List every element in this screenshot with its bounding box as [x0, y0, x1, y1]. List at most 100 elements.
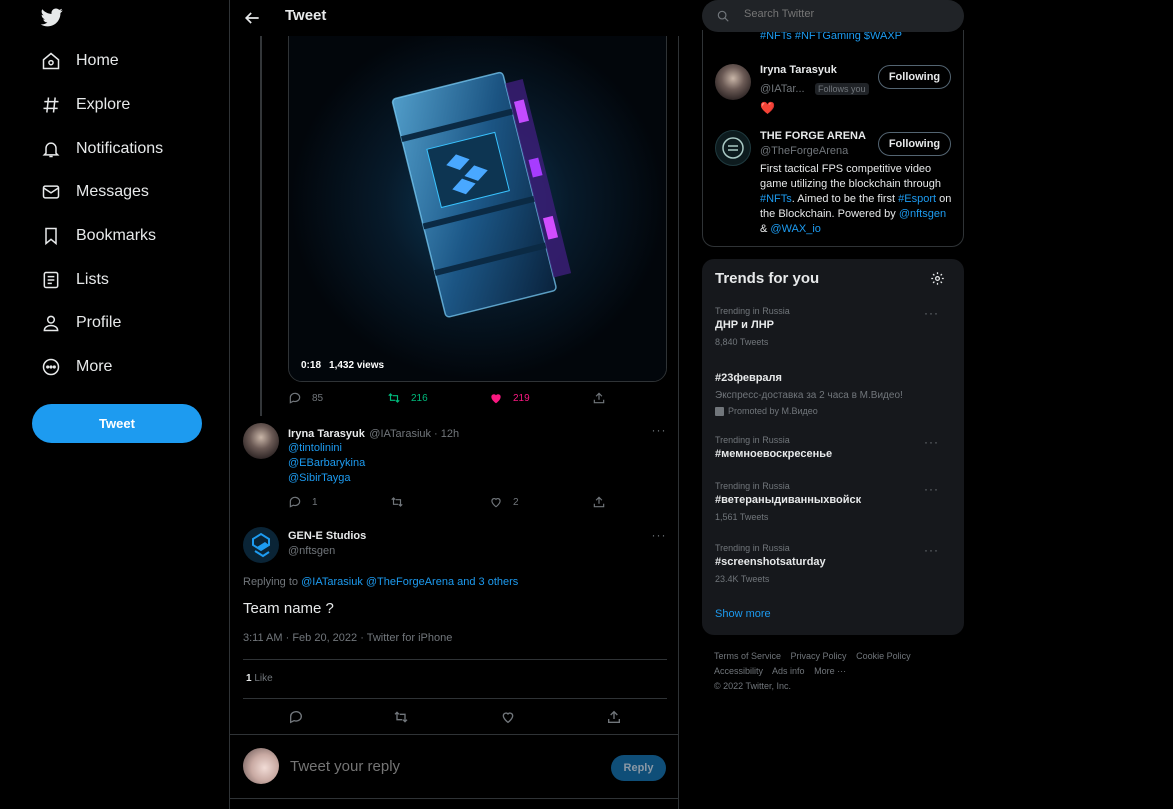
trends-title: Trends for you: [715, 270, 820, 287]
hashtag-link[interactable]: #NFTs: [760, 193, 792, 205]
copyright: © 2022 Twitter, Inc.: [714, 681, 792, 691]
nav-profile[interactable]: Profile: [40, 309, 121, 337]
search-icon: [717, 10, 729, 22]
main-tweet-more-icon[interactable]: ···: [651, 529, 667, 543]
footer-link[interactable]: Cookie Policy: [856, 651, 911, 661]
trend-item[interactable]: Trending in Russia #screenshotsaturday 2…: [715, 543, 955, 584]
avatar-iryna[interactable]: [715, 64, 751, 100]
nav-bookmarks[interactable]: Bookmarks: [40, 222, 156, 250]
reply1-more-icon[interactable]: ···: [651, 424, 667, 438]
reply1-name[interactable]: Iryna Tarasyuk: [288, 428, 365, 440]
main-reply-action[interactable]: [288, 709, 304, 725]
main-retweet-action[interactable]: [393, 709, 409, 725]
parent-retweet-action[interactable]: 216: [387, 391, 428, 405]
main-tweet-name[interactable]: GEN-E Studios: [288, 530, 366, 542]
gear-icon[interactable]: [930, 271, 945, 286]
footer-link[interactable]: Privacy Policy: [791, 651, 847, 661]
nav-messages-label: Messages: [76, 183, 149, 200]
avatar-gen-e[interactable]: [243, 527, 279, 563]
current-user-avatar[interactable]: [243, 748, 279, 784]
reply1-share-action[interactable]: [592, 495, 606, 509]
main-share-action[interactable]: [606, 709, 622, 725]
footer-link[interactable]: Terms of Service: [714, 651, 781, 661]
follow-user-2-handle[interactable]: @TheForgeArena: [760, 145, 866, 157]
reply-button[interactable]: Reply: [611, 755, 666, 781]
nav-profile-label: Profile: [76, 314, 122, 331]
trend-item[interactable]: Trending in Russia #ветераныдиванныхвойс…: [715, 481, 955, 522]
promoted-label: Promoted by М.Видео: [715, 406, 955, 416]
reply-input[interactable]: [290, 758, 590, 775]
following-button[interactable]: Following: [878, 132, 951, 156]
reply1-reply-action[interactable]: 1: [288, 495, 318, 509]
video-duration: 0:18: [301, 360, 322, 371]
parent-reply-action[interactable]: 85: [288, 391, 323, 405]
reply1-handle: @IATarasiuk · 12h: [369, 428, 460, 440]
parent-share-action[interactable]: [592, 391, 606, 405]
bio-text: . Aimed to be the first: [791, 193, 899, 205]
nav-messages[interactable]: Messages: [40, 178, 149, 206]
page-title: Tweet: [285, 7, 327, 24]
reply-icon: [289, 392, 301, 404]
trend-more-icon[interactable]: ···: [924, 306, 939, 320]
follow-user-1-handle[interactable]: @IATar...: [760, 83, 805, 95]
trend-item-promoted[interactable]: #23февраля Экспресс-доставка за 2 часа в…: [715, 369, 955, 416]
thread-line: [260, 36, 262, 416]
nav-notifications-label: Notifications: [76, 140, 164, 157]
nav-home-label: Home: [76, 52, 119, 69]
follow-user-1-name[interactable]: Iryna Tarasyuk: [760, 64, 869, 76]
search-input[interactable]: [744, 8, 944, 20]
trend-count: 8,840 Tweets: [715, 337, 769, 347]
parent-like-count: 219: [513, 392, 530, 404]
show-more-link[interactable]: Show more: [715, 608, 771, 620]
nav-notifications[interactable]: Notifications: [40, 135, 163, 163]
nav-home[interactable]: Home: [40, 47, 119, 75]
gen-e-logo-icon: [252, 532, 270, 558]
trend-count: 1,561 Tweets: [715, 512, 769, 522]
mention-link[interactable]: @SibirTayga: [288, 471, 365, 486]
reply1-retweet-action[interactable]: [390, 495, 404, 509]
trend-item[interactable]: Trending in Russia #мемноевоскресенье: [715, 435, 955, 460]
footer-links: Terms of Service Privacy Policy Cookie P…: [714, 649, 954, 694]
mention-link[interactable]: @nftsgen: [899, 208, 946, 220]
share-icon: [593, 496, 605, 508]
back-arrow-icon[interactable]: [242, 8, 262, 28]
avatar-forge-arena[interactable]: [715, 130, 751, 166]
footer-link[interactable]: More ···: [814, 666, 846, 676]
following-button[interactable]: Following: [878, 65, 951, 89]
nav-lists[interactable]: Lists: [40, 266, 109, 294]
trend-more-icon[interactable]: ···: [924, 482, 939, 496]
footer-link[interactable]: Accessibility: [714, 666, 763, 676]
search-bar[interactable]: [702, 0, 964, 32]
likes-label: Like: [254, 673, 273, 684]
twitter-logo-icon[interactable]: [40, 6, 64, 28]
reply1-like-action[interactable]: 2: [489, 495, 519, 509]
video-media[interactable]: 0:18 1,432 views: [288, 22, 667, 382]
follow-user-2-name[interactable]: THE FORGE ARENA: [760, 130, 866, 142]
mention-link[interactable]: @tintolinini: [288, 441, 365, 456]
trend-more-icon[interactable]: ···: [924, 435, 939, 449]
nav-more-label: More: [76, 358, 113, 375]
avatar-iryna[interactable]: [243, 423, 279, 459]
mention-link[interactable]: @EBarbarykina: [288, 456, 365, 471]
trend-item[interactable]: Trending in Russia ДНР и ЛНР 8,840 Tweet…: [715, 306, 955, 347]
hashtag-link[interactable]: #Esport: [898, 193, 936, 205]
nav-more[interactable]: More: [40, 353, 112, 381]
main-tweet-timestamp[interactable]: 3:11 AM · Feb 20, 2022 · Twitter for iPh…: [243, 632, 452, 644]
main-tweet-handle[interactable]: @nftsgen: [288, 545, 366, 557]
nav-explore[interactable]: Explore: [40, 91, 130, 119]
parent-like-action[interactable]: 219: [489, 391, 530, 405]
replying-targets[interactable]: @IATarasiuk @TheForgeArena and 3 others: [301, 576, 518, 588]
likes-summary[interactable]: 1 Like: [246, 673, 273, 684]
trend-more-icon[interactable]: ···: [924, 543, 939, 557]
reply1-body: @tintolinini @EBarbarykina @SibirTayga: [288, 441, 365, 486]
divider: [243, 659, 667, 660]
main-like-action[interactable]: [500, 709, 516, 725]
tweet-button[interactable]: Tweet: [32, 404, 202, 443]
reply-icon: [290, 711, 302, 724]
bell-icon: [40, 138, 62, 160]
bookmark-icon: [40, 225, 62, 247]
mention-link[interactable]: @WAX_io: [770, 223, 821, 235]
nav-bookmarks-label: Bookmarks: [76, 227, 157, 244]
more-circle-icon: [40, 356, 62, 378]
footer-link[interactable]: Ads info: [772, 666, 805, 676]
